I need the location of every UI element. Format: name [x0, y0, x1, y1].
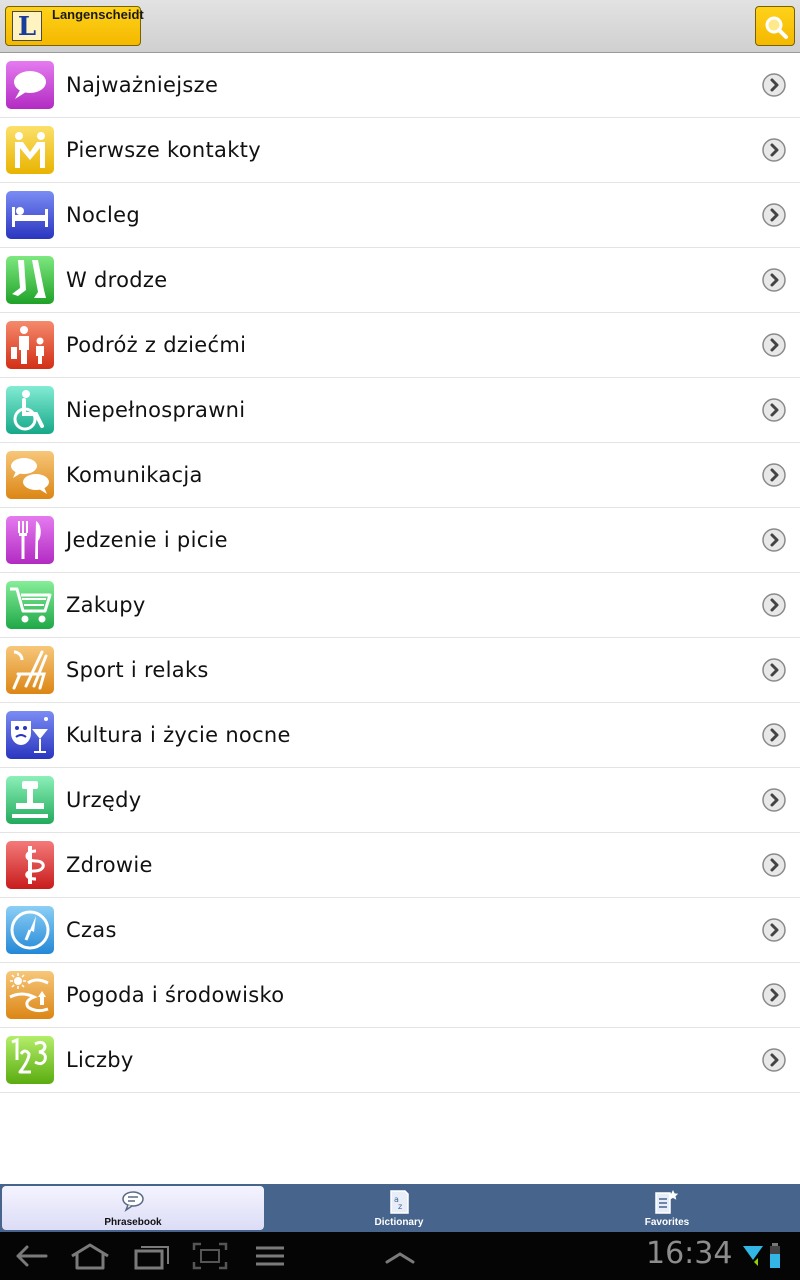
list-item[interactable]: Pogoda i środowisko: [0, 963, 800, 1028]
shopping-cart-icon: [6, 581, 54, 629]
category-label: Komunikacja: [66, 463, 203, 487]
chevron-right-icon: [762, 1048, 786, 1072]
stamp-icon: [6, 776, 54, 824]
list-item[interactable]: Komunikacja: [0, 443, 800, 508]
list-item[interactable]: Zakupy: [0, 573, 800, 638]
fork-knife-icon: [6, 516, 54, 564]
chevron-right-icon: [762, 333, 786, 357]
category-label: Pogoda i środowisko: [66, 983, 285, 1007]
list-item[interactable]: Urzędy: [0, 768, 800, 833]
category-label: Zdrowie: [66, 853, 153, 877]
favorites-icon: [655, 1190, 679, 1214]
search-icon: [765, 16, 788, 39]
chevron-right-icon: [762, 398, 786, 422]
screenshot-icon[interactable]: [192, 1242, 228, 1270]
phrasebook-icon: [122, 1191, 144, 1212]
category-label: Najważniejsze: [66, 73, 219, 97]
tab-label: Dictionary: [374, 1217, 424, 1228]
tab-label: Phrasebook: [104, 1217, 162, 1228]
battery-icon: [770, 1243, 780, 1268]
app-header: L Langenscheidt: [0, 0, 800, 53]
walking-legs-icon: [6, 256, 54, 304]
numbers-123-icon: [6, 1036, 54, 1084]
category-label: Nocleg: [66, 203, 140, 227]
list-item[interactable]: Pierwsze kontakty: [0, 118, 800, 183]
dictionary-icon: a z: [390, 1190, 409, 1214]
bed-icon: [6, 191, 54, 239]
wifi-signal-icon: [743, 1246, 763, 1266]
tab-favorites[interactable]: Favorites: [534, 1184, 800, 1232]
clock-time: 16:34: [646, 1236, 733, 1271]
search-button[interactable]: [755, 6, 795, 46]
category-label: Niepełnosprawni: [66, 398, 246, 422]
medical-caduceus-icon: [6, 841, 54, 889]
chevron-right-icon: [762, 528, 786, 552]
sun-landscape-icon: [6, 971, 54, 1019]
tab-phrasebook[interactable]: Phrasebook: [2, 1186, 264, 1230]
system-navigation-bar: 16:34: [0, 1232, 800, 1280]
tab-dictionary[interactable]: a z Dictionary: [266, 1184, 532, 1232]
logo-text: Langenscheidt: [52, 7, 144, 22]
bottom-tab-bar: Phrasebook a z Dictionary Favorites: [0, 1184, 800, 1232]
chevron-right-icon: [762, 463, 786, 487]
logo-letter: L: [12, 11, 42, 42]
category-label: Urzędy: [66, 788, 142, 812]
list-item[interactable]: Podróż z dziećmi: [0, 313, 800, 378]
chevron-right-icon: [762, 918, 786, 942]
chevron-right-icon: [762, 983, 786, 1007]
handshake-people-icon: [6, 126, 54, 174]
back-icon[interactable]: [12, 1242, 50, 1270]
category-label: Pierwsze kontakty: [66, 138, 261, 162]
list-item[interactable]: Najważniejsze: [0, 53, 800, 118]
svg-text:z: z: [398, 1202, 402, 1211]
theater-masks-icon: [6, 711, 54, 759]
clock-icon: [6, 906, 54, 954]
recent-apps-icon[interactable]: [132, 1242, 172, 1270]
speech-bubble-icon: [6, 61, 54, 109]
parent-child-icon: [6, 321, 54, 369]
wheelchair-icon: [6, 386, 54, 434]
category-label: Jedzenie i picie: [66, 528, 228, 552]
chevron-right-icon: [762, 788, 786, 812]
deck-chair-icon: [6, 646, 54, 694]
list-item[interactable]: W drodze: [0, 248, 800, 313]
category-label: Zakupy: [66, 593, 146, 617]
category-label: Kultura i życie nocne: [66, 723, 291, 747]
list-item[interactable]: Sport i relaks: [0, 638, 800, 703]
category-label: Czas: [66, 918, 117, 942]
list-item[interactable]: Zdrowie: [0, 833, 800, 898]
list-item[interactable]: Nocleg: [0, 183, 800, 248]
category-label: Podróż z dziećmi: [66, 333, 247, 357]
home-icon[interactable]: [68, 1242, 112, 1270]
category-label: Liczby: [66, 1048, 134, 1072]
list-item[interactable]: Jedzenie i picie: [0, 508, 800, 573]
list-item[interactable]: Czas: [0, 898, 800, 963]
category-label: Sport i relaks: [66, 658, 209, 682]
chat-bubbles-icon: [6, 451, 54, 499]
chevron-right-icon: [762, 658, 786, 682]
chevron-right-icon: [762, 268, 786, 292]
langenscheidt-logo[interactable]: L Langenscheidt: [5, 6, 144, 46]
menu-icon[interactable]: [254, 1242, 286, 1270]
chevron-right-icon: [762, 853, 786, 877]
tab-label: Favorites: [644, 1217, 690, 1228]
chevron-right-icon: [762, 593, 786, 617]
list-item[interactable]: Kultura i życie nocne: [0, 703, 800, 768]
chevron-right-icon: [762, 138, 786, 162]
list-item[interactable]: Liczby: [0, 1028, 800, 1093]
chevron-right-icon: [762, 203, 786, 227]
category-label: W drodze: [66, 268, 168, 292]
list-item[interactable]: Niepełnosprawni: [0, 378, 800, 443]
chevron-right-icon: [762, 723, 786, 747]
chevron-up-icon[interactable]: [384, 1242, 416, 1270]
chevron-right-icon: [762, 73, 786, 97]
category-list: Najważniejsze Pierwsze kontakty Nocleg W…: [0, 53, 800, 1093]
